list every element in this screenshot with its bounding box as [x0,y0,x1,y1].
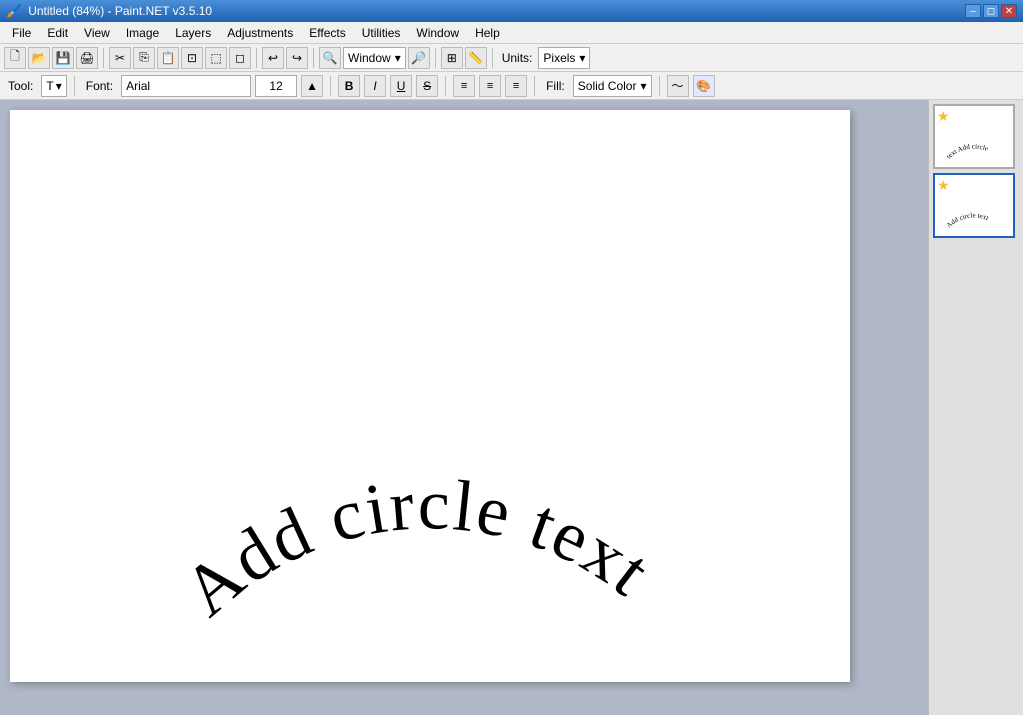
copy-button[interactable]: ⎘ [133,47,155,69]
deselect-button[interactable]: ◻ [229,47,251,69]
open-button[interactable]: 📂 [28,47,50,69]
align-center-button[interactable]: ≡ [479,75,501,97]
font-size-up-button[interactable]: ▲ [301,75,323,97]
titlebar-left: 🖌️ Untitled (84%) - Paint.NET v3.5.10 [6,3,212,19]
menu-file[interactable]: File [4,22,39,43]
save-button[interactable]: 💾 [52,47,74,69]
titlebar: 🖌️ Untitled (84%) - Paint.NET v3.5.10 – … [0,0,1023,22]
units-value: Pixels [543,51,575,65]
minimize-button[interactable]: – [965,4,981,18]
menu-view[interactable]: View [76,22,118,43]
tool-label: Tool: [4,79,37,93]
fill-arrow: ▾ [640,79,646,93]
svg-text:text Add circle: text Add circle [945,142,989,160]
thumbnail-2[interactable]: ★ Add circle text [933,173,1015,238]
tool-arrow: ▾ [56,79,62,93]
crop-button[interactable]: ⊡ [181,47,203,69]
menu-edit[interactable]: Edit [39,22,76,43]
right-panel: ★ text Add circle ★ Add circle text [928,100,1023,715]
zoom-in-button[interactable]: 🔎 [408,47,430,69]
undo-button[interactable]: ↩ [262,47,284,69]
strikethrough-button[interactable]: S [416,75,438,97]
sep-t3 [445,76,446,96]
curve-tool-btn[interactable]: 〜 [667,75,689,97]
sep-t2 [330,76,331,96]
toolbar2: Tool: T ▾ Font: ▲ B I U S ≡ ≡ ≡ Fill: So… [0,72,1023,100]
print-button[interactable]: 🖨 [76,47,98,69]
sep-t5 [659,76,660,96]
canvas-wrapper[interactable]: Add circle text [0,100,928,715]
thumb1-star-icon: ★ [937,108,950,125]
toolbar1: 🗋 📂 💾 🖨 ✂ ⎘ 📋 ⊡ ⬚ ◻ ↩ ↪ 🔍 Window ▾ 🔎 ⊞ 📏… [0,44,1023,72]
align-right-button[interactable]: ≡ [505,75,527,97]
titlebar-title: Untitled (84%) - Paint.NET v3.5.10 [28,4,212,18]
zoom-arrow: ▾ [395,51,401,65]
fill-label: Fill: [542,79,569,93]
canvas[interactable]: Add circle text [10,110,850,682]
menu-help[interactable]: Help [467,22,508,43]
menu-utilities[interactable]: Utilities [354,22,409,43]
menu-layers[interactable]: Layers [167,22,219,43]
sep2 [256,48,257,68]
paste-button[interactable]: 📋 [157,47,179,69]
sep3 [313,48,314,68]
zoom-dropdown[interactable]: Window ▾ [343,47,406,69]
select-all-button[interactable]: ⬚ [205,47,227,69]
sep1 [103,48,104,68]
menu-window[interactable]: Window [408,22,467,43]
units-dropdown[interactable]: Pixels ▾ [538,47,590,69]
restore-button[interactable]: ◻ [983,4,999,18]
menu-adjustments[interactable]: Adjustments [219,22,301,43]
close-button[interactable]: ✕ [1001,4,1017,18]
units-label: Units: [498,51,537,65]
sep5 [492,48,493,68]
cut-button[interactable]: ✂ [109,47,131,69]
sep4 [435,48,436,68]
sep-t4 [534,76,535,96]
bold-button[interactable]: B [338,75,360,97]
rulers-button[interactable]: 📏 [465,47,487,69]
sep-t1 [74,76,75,96]
app-icon: 🖌️ [6,3,22,19]
menu-effects[interactable]: Effects [301,22,353,43]
titlebar-controls: – ◻ ✕ [965,4,1017,18]
font-label: Font: [82,79,117,93]
menubar: File Edit View Image Layers Adjustments … [0,22,1023,44]
fill-dropdown[interactable]: Solid Color ▾ [573,75,652,97]
underline-button[interactable]: U [390,75,412,97]
redo-button[interactable]: ↪ [286,47,308,69]
canvas-svg: Add circle text [10,110,850,682]
new-button[interactable]: 🗋 [4,47,26,69]
svg-text:Add circle text: Add circle text [945,211,990,229]
thumbnail-1[interactable]: ★ text Add circle [933,104,1015,169]
fill-value: Solid Color [578,79,637,93]
tool-value: T [46,79,53,93]
italic-button[interactable]: I [364,75,386,97]
grid-button[interactable]: ⊞ [441,47,463,69]
align-left-button[interactable]: ≡ [453,75,475,97]
zoom-value: Window [348,51,391,65]
font-size-input[interactable] [255,75,297,97]
zoom-out-button[interactable]: 🔍 [319,47,341,69]
font-name-input[interactable] [121,75,251,97]
menu-image[interactable]: Image [118,22,167,43]
main-area: Add circle text ★ text Add circle ★ [0,100,1023,715]
units-arrow: ▾ [579,51,585,65]
svg-text:Add circle text: Add circle text [168,464,666,631]
tool-select[interactable]: T ▾ [41,75,66,97]
thumb2-star-icon: ★ [937,177,950,194]
fill-color-btn[interactable]: 🎨 [693,75,715,97]
